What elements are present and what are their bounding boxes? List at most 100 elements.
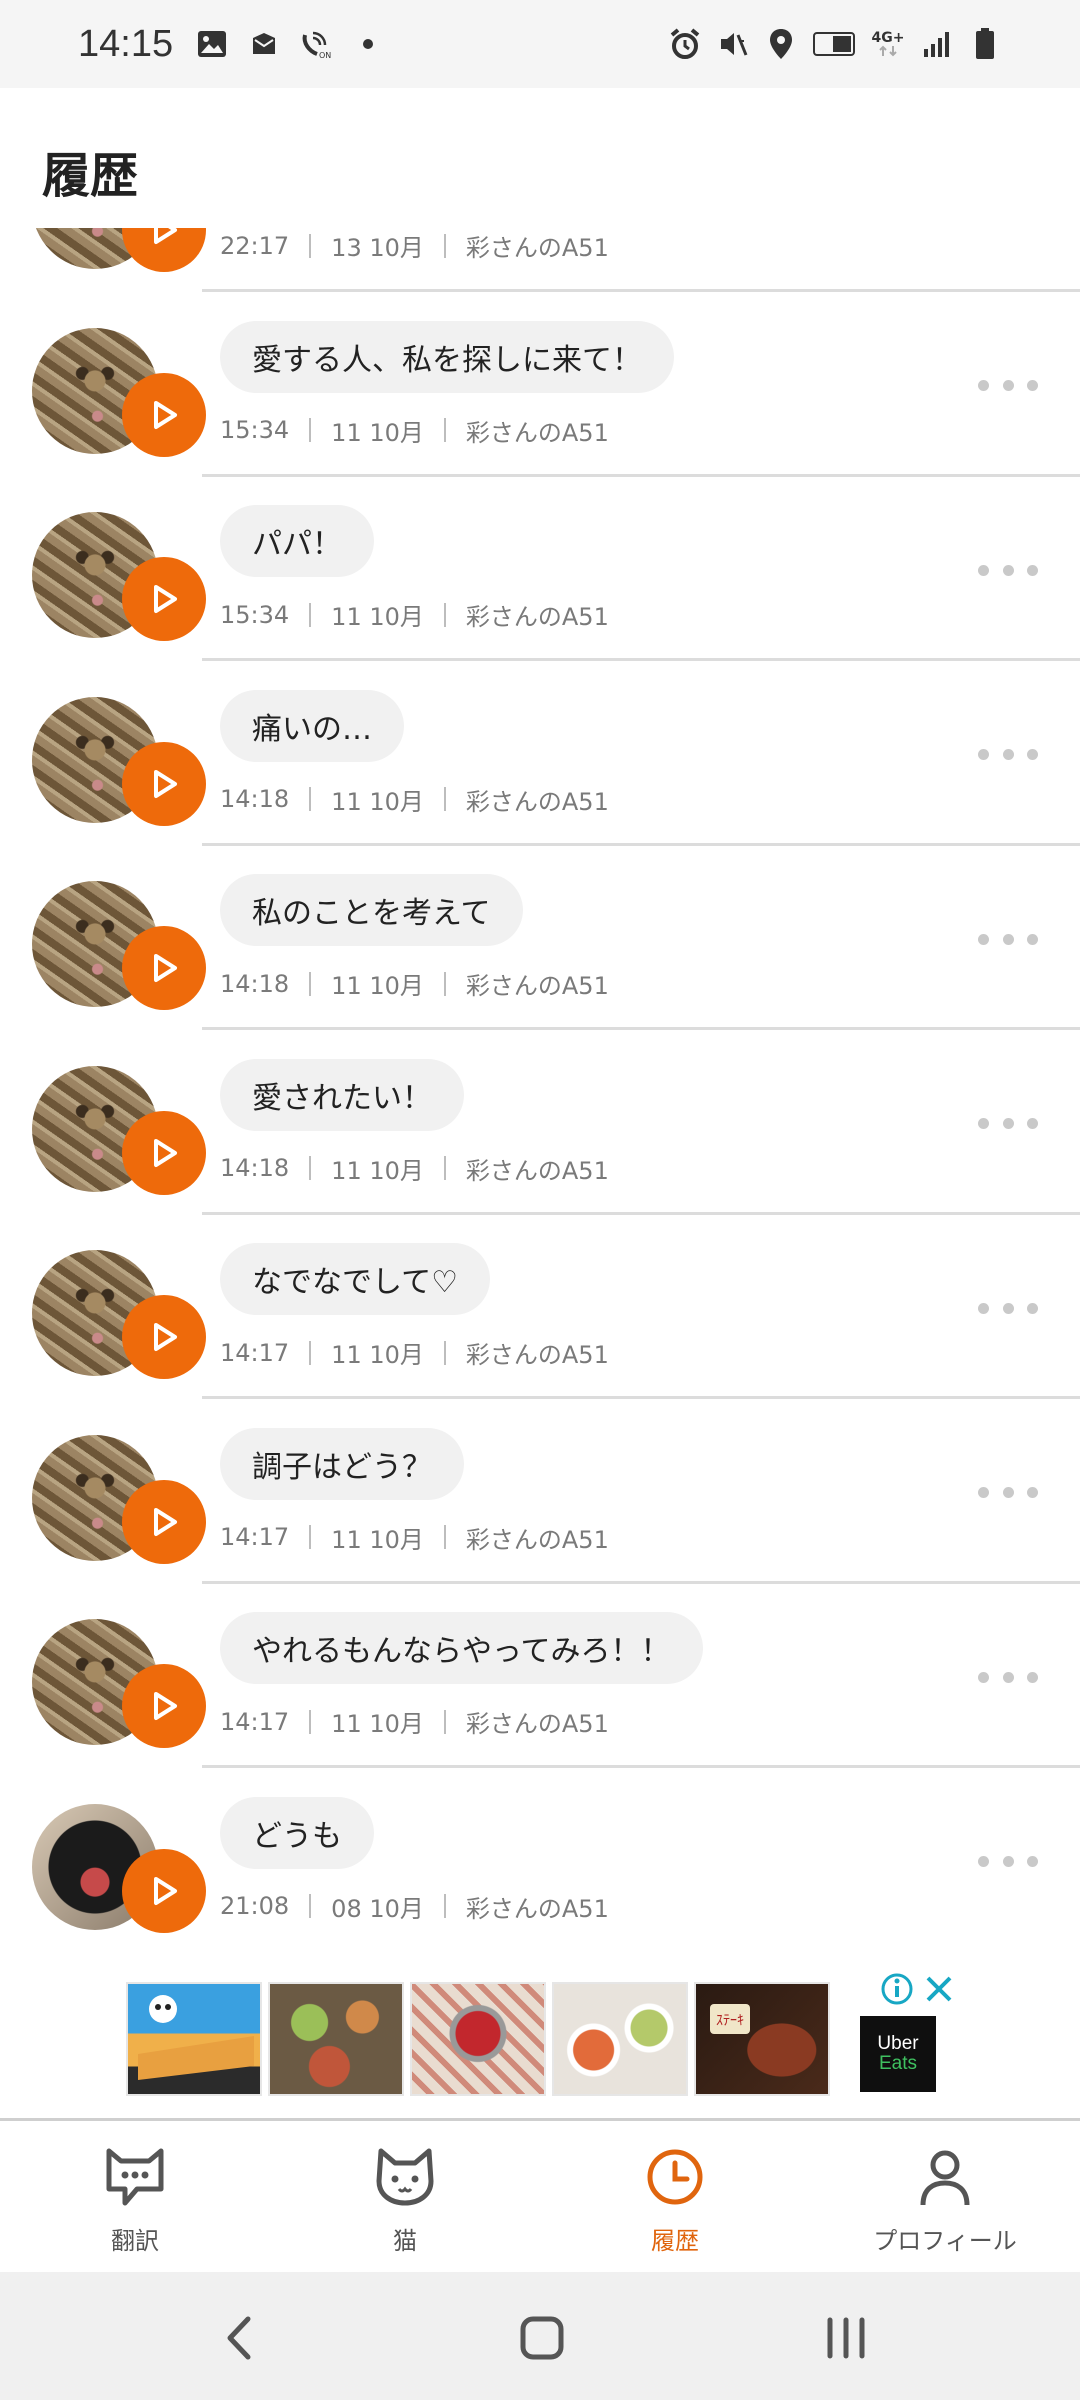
play-button[interactable] <box>122 228 206 272</box>
translation-text: 調子はどう？ <box>252 1449 432 1485</box>
more-options-button[interactable] <box>978 924 1038 954</box>
location-icon <box>764 27 798 61</box>
history-item[interactable]: パパ！ 15:34 11 10月 彩さんのA51 <box>0 477 1080 661</box>
play-button[interactable] <box>122 1848 206 1933</box>
clock-icon <box>647 2149 703 2205</box>
more-options-button[interactable] <box>978 1662 1038 1692</box>
meta-separator <box>309 971 312 996</box>
history-item[interactable]: 愛されたい！ 14:18 11 10月 彩さんのA51 <box>0 1031 1080 1215</box>
item-meta: 14:17 11 10月 彩さんのA51 <box>220 1520 609 1555</box>
item-time: 14:17 <box>220 1338 290 1367</box>
recents-icon <box>827 2317 865 2359</box>
item-time: 21:08 <box>220 1892 290 1920</box>
more-dot-icon <box>1027 1487 1038 1498</box>
history-item[interactable]: やれるもんならやってみろ！！ 14:17 11 10月 彩さんのA51 <box>0 1584 1080 1768</box>
history-item[interactable]: 私のことを考えて 14:18 11 10月 彩さんのA51 <box>0 846 1080 1030</box>
more-dot-icon <box>1027 380 1038 391</box>
close-icon[interactable] <box>922 1972 956 2006</box>
play-icon <box>154 954 177 982</box>
more-options-button[interactable] <box>978 1293 1038 1323</box>
meta-separator <box>309 787 312 811</box>
item-time: 14:18 <box>220 785 290 813</box>
ad-image-sushi[interactable] <box>126 1982 262 2096</box>
play-button[interactable] <box>122 557 206 641</box>
translation-text: やれるもんならやってみろ！！ <box>252 1634 671 1669</box>
nav-label-translate: 翻訳 <box>111 2227 159 2255</box>
nav-cat[interactable]: 猫 <box>270 2121 540 2275</box>
play-button[interactable] <box>122 926 206 1010</box>
ad-image-hotpot[interactable] <box>410 1982 546 2096</box>
4g-icon: 4G+ <box>870 27 906 61</box>
nav-history[interactable]: 履歴 <box>540 2121 810 2275</box>
item-meta: 14:18 11 10月 彩さんのA51 <box>220 1151 609 1186</box>
item-meta: 15:34 11 10月 彩さんのA51 <box>220 597 609 632</box>
play-button[interactable] <box>122 1295 206 1379</box>
status-left-icons: ON <box>195 27 385 61</box>
more-dot-icon <box>1027 564 1038 576</box>
play-button[interactable] <box>122 1479 206 1564</box>
nav-profile[interactable]: プロフィール <box>810 2121 1080 2275</box>
recents-button[interactable] <box>816 2308 876 2368</box>
more-options-button[interactable] <box>978 740 1038 770</box>
item-device: 彩さんのA51 <box>465 1894 609 1923</box>
status-bar: 14:15 ON 4G+ <box>0 0 1080 88</box>
translation-text: 私のことを考えて <box>252 896 491 931</box>
history-item[interactable]: 愛する人、私を探しに来て！ 15:34 11 10月 彩さんのA51 <box>0 293 1080 477</box>
item-meta: 15:34 11 10月 彩さんのA51 <box>220 413 609 448</box>
meta-separator <box>443 602 446 627</box>
more-options-button[interactable] <box>978 555 1038 585</box>
history-item[interactable]: どうも 21:08 08 10月 彩さんのA51 <box>0 1769 1080 1949</box>
more-options-button[interactable] <box>978 371 1038 401</box>
home-button[interactable] <box>512 2308 572 2368</box>
item-device: 彩さんのA51 <box>465 1156 609 1185</box>
meta-separator <box>443 418 446 442</box>
nav-label-cat: 猫 <box>393 2227 417 2255</box>
translation-text: パパ！ <box>252 527 342 562</box>
item-date: 08 10月 <box>331 1894 424 1923</box>
mute-icon <box>716 27 750 61</box>
translation-bubble: なでなでして♡ <box>220 1243 490 1315</box>
translation-bubble: 痛いの… <box>220 689 404 762</box>
ad-image-steak[interactable]: ｽﾃｰｷ <box>694 1982 830 2096</box>
translation-bubble: どうも <box>220 1796 374 1869</box>
history-list[interactable]: 22:17 13 10月 彩さんのA51 愛する人、私を探しに来て！ 15:34… <box>0 228 1080 1948</box>
play-icon <box>154 1138 177 1167</box>
status-time: 14:15 <box>78 22 174 65</box>
more-options-button[interactable] <box>978 1109 1038 1139</box>
play-button[interactable] <box>122 1664 206 1748</box>
meta-separator <box>443 787 446 811</box>
play-button[interactable] <box>122 1110 206 1195</box>
item-device: 彩さんのA51 <box>465 234 609 262</box>
history-item[interactable]: 22:17 13 10月 彩さんのA51 <box>0 228 1080 292</box>
play-button[interactable] <box>122 741 206 826</box>
bottom-navigation: 翻訳 猫 履歴 プロフィール <box>0 2118 1080 2272</box>
item-device: 彩さんのA51 <box>465 1341 609 1369</box>
page-title: 履歴 <box>42 148 139 204</box>
history-item[interactable]: 痛いの… 14:18 11 10月 彩さんのA51 <box>0 662 1080 846</box>
translation-bubble: 愛されたい！ <box>220 1058 464 1131</box>
back-button[interactable] <box>210 2308 270 2368</box>
translation-text: 痛いの… <box>252 711 372 747</box>
ad-image-bowls[interactable] <box>552 1982 688 2096</box>
item-date: 11 10月 <box>331 1156 424 1185</box>
info-icon[interactable] <box>880 1972 914 2006</box>
play-button[interactable] <box>122 372 206 457</box>
item-date: 11 10月 <box>331 1341 424 1369</box>
uber-eats-logo[interactable]: Uber Eats <box>860 2016 936 2092</box>
item-time: 14:18 <box>220 969 290 998</box>
more-dot-icon <box>1027 1302 1038 1314</box>
translation-text: なでなでして♡ <box>252 1265 458 1300</box>
history-item[interactable]: なでなでして♡ 14:17 11 10月 彩さんのA51 <box>0 1215 1080 1399</box>
person-icon <box>920 2150 970 2206</box>
more-options-button[interactable] <box>978 1478 1038 1508</box>
ad-image-dishes[interactable] <box>268 1982 404 2096</box>
ad-banner[interactable]: ｽﾃｰｷ Uber Eats <box>0 1948 1080 2118</box>
item-time: 22:17 <box>220 231 290 260</box>
history-item[interactable]: 調子はどう？ 14:17 11 10月 彩さんのA51 <box>0 1400 1080 1584</box>
more-options-button[interactable] <box>978 1847 1038 1877</box>
item-device: 彩さんのA51 <box>465 1525 609 1554</box>
volte-icon <box>812 27 856 61</box>
nav-translate[interactable]: 翻訳 <box>0 2121 270 2275</box>
more-dot-icon <box>978 380 989 391</box>
meta-separator <box>443 1340 446 1365</box>
